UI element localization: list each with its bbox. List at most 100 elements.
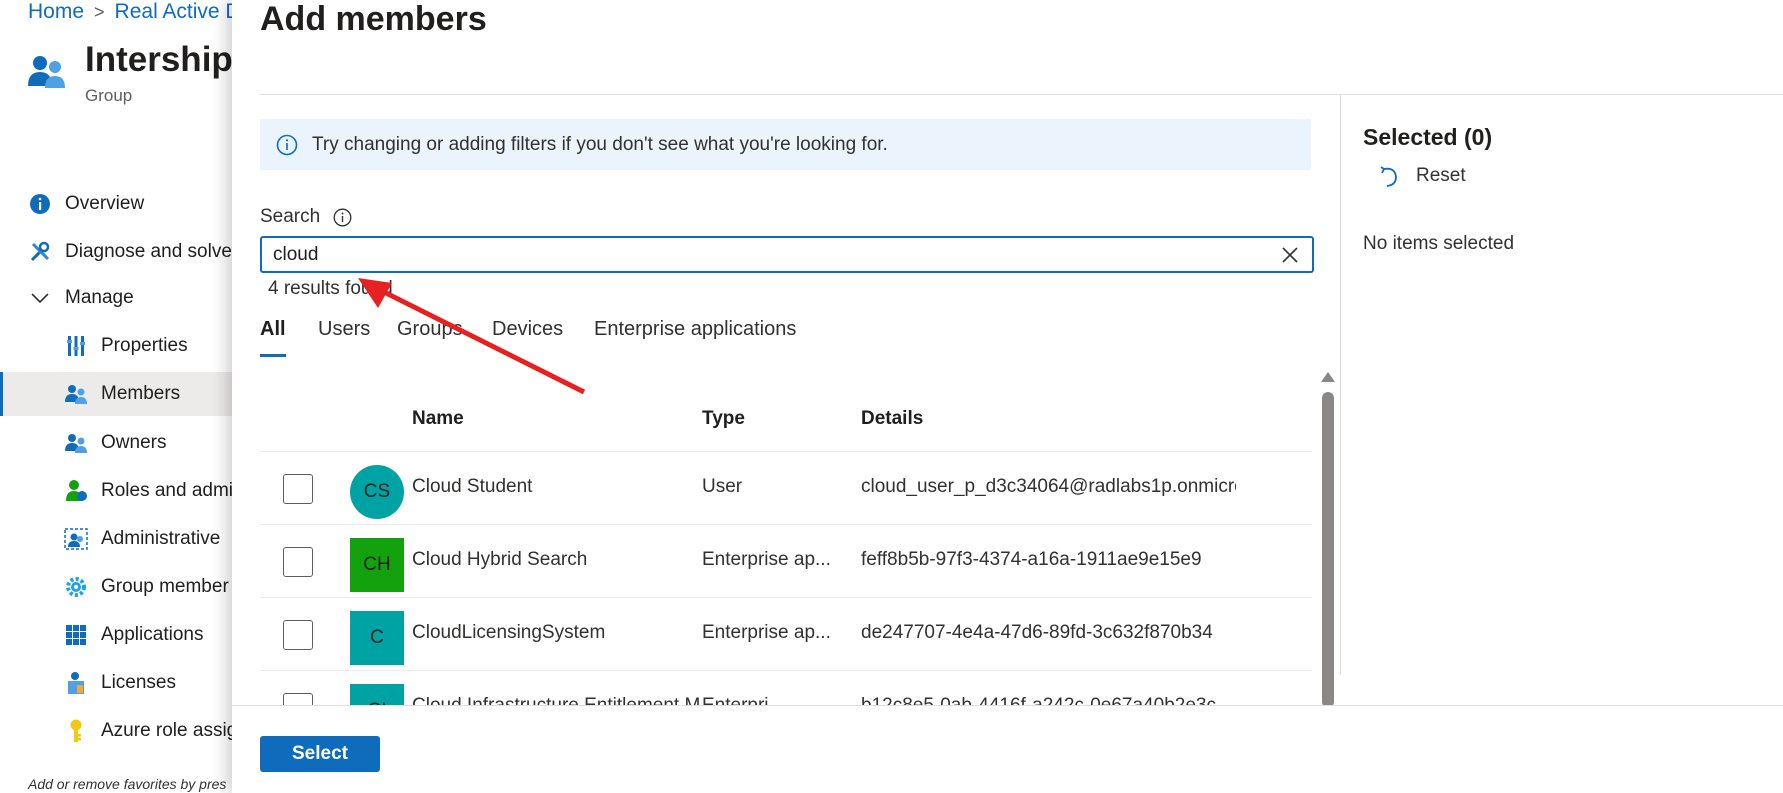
search-label: Search bbox=[260, 206, 352, 228]
row-checkbox[interactable] bbox=[283, 547, 313, 577]
avatar: CS bbox=[350, 465, 404, 519]
info-banner-text: Try changing or adding filters if you do… bbox=[312, 133, 888, 155]
favorites-hint: Add or remove favorites by pres bbox=[28, 776, 227, 792]
column-divider bbox=[1340, 94, 1341, 674]
info-banner: Try changing or adding filters if you do… bbox=[260, 119, 1311, 170]
row-checkbox[interactable] bbox=[283, 693, 313, 705]
row-name: Cloud Student bbox=[412, 476, 533, 497]
breadcrumb-home[interactable]: Home bbox=[28, 0, 84, 23]
info-icon bbox=[276, 134, 298, 156]
table-row[interactable]: CH Cloud Hybrid Search Enterprise ap... … bbox=[260, 524, 1312, 597]
add-members-panel: Add members Try changing or adding filte… bbox=[232, 0, 1783, 793]
row-checkbox[interactable] bbox=[283, 474, 313, 504]
group-icon bbox=[28, 56, 65, 88]
tab-all[interactable]: All bbox=[260, 318, 286, 341]
header-divider bbox=[260, 94, 1783, 95]
sidebar-item-members[interactable]: Members bbox=[0, 372, 232, 416]
sidebar-item-administrative-units[interactable]: Administrative bbox=[64, 517, 232, 561]
sidebar-item-roles[interactable]: Roles and admi bbox=[64, 469, 232, 513]
reset-icon bbox=[1378, 164, 1400, 188]
active-tab-indicator bbox=[260, 354, 286, 357]
table-row[interactable]: CI Cloud Infrastructure Entitlement M En… bbox=[260, 670, 1312, 705]
panel-title: Add members bbox=[260, 0, 487, 38]
tab-users[interactable]: Users bbox=[318, 318, 370, 341]
admin-units-icon bbox=[64, 527, 88, 551]
sidebar-section-manage[interactable]: Manage bbox=[28, 276, 232, 320]
selected-title: Selected (0) bbox=[1363, 124, 1493, 150]
sidebar-item-label: Overview bbox=[65, 193, 145, 214]
avatar: C bbox=[350, 611, 404, 665]
sidebar-item-label: Members bbox=[101, 383, 181, 404]
search-label-text: Search bbox=[260, 206, 321, 227]
sidebar-item-group-memberships[interactable]: Group member bbox=[64, 565, 232, 609]
row-type: User bbox=[702, 476, 743, 497]
sidebar-item-label: Administrative bbox=[101, 528, 221, 549]
scrollbar-thumb[interactable] bbox=[1322, 392, 1334, 708]
gear-icon bbox=[64, 575, 88, 599]
info-icon bbox=[28, 192, 52, 216]
members-icon bbox=[64, 382, 88, 406]
row-type: Enterprise ap... bbox=[702, 622, 831, 643]
row-type: Enterpri... bbox=[702, 695, 784, 705]
sidebar-item-label: Applications bbox=[101, 624, 204, 645]
table-row[interactable]: C CloudLicensingSystem Enterprise ap... … bbox=[260, 597, 1312, 670]
wrench-icon bbox=[28, 240, 52, 264]
search-input[interactable] bbox=[262, 243, 1262, 266]
panel-footer: Select bbox=[232, 705, 1783, 793]
row-name: Cloud Hybrid Search bbox=[412, 549, 588, 570]
search-field bbox=[260, 236, 1314, 273]
applications-icon bbox=[64, 623, 88, 647]
select-button[interactable]: Select bbox=[260, 736, 380, 772]
column-header-name[interactable]: Name bbox=[412, 408, 464, 430]
column-header-type[interactable]: Type bbox=[702, 408, 745, 430]
tab-devices[interactable]: Devices bbox=[492, 318, 563, 341]
sidebar-item-label: Azure role assig bbox=[101, 720, 232, 741]
properties-icon bbox=[64, 334, 88, 358]
row-details: de247707-4e4a-47d6-89fd-3c632f870b34 bbox=[861, 622, 1213, 643]
row-type: Enterprise ap... bbox=[702, 549, 831, 570]
roles-icon bbox=[64, 479, 88, 503]
row-details: cloud_user_p_d3c34064@radlabs1p.onmicros… bbox=[861, 476, 1236, 497]
scroll-up-icon[interactable] bbox=[1320, 371, 1336, 383]
row-details: b12c8e5-0ab-4416f-a242c-0e67a40b2e3c bbox=[861, 695, 1236, 705]
empty-selection-text: No items selected bbox=[1363, 233, 1515, 254]
licenses-icon bbox=[64, 671, 88, 695]
page-subtitle: Group bbox=[85, 86, 133, 105]
sidebar-item-label: Licenses bbox=[101, 672, 176, 693]
row-checkbox[interactable] bbox=[283, 620, 313, 650]
sidebar-item-licenses[interactable]: Licenses bbox=[64, 661, 232, 705]
sidebar-item-label: Properties bbox=[101, 335, 188, 356]
table-row[interactable]: CS Cloud Student User cloud_user_p_d3c34… bbox=[260, 451, 1312, 524]
breadcrumb-current[interactable]: Real Active D bbox=[115, 0, 232, 23]
tab-groups[interactable]: Groups bbox=[397, 318, 463, 341]
sidebar-item-properties[interactable]: Properties bbox=[64, 324, 232, 368]
sidebar-item-label: Roles and admi bbox=[101, 480, 232, 501]
key-icon bbox=[64, 719, 88, 743]
page-title: Intership bbox=[85, 40, 232, 79]
sidebar-item-label: Diagnose and solve bbox=[65, 241, 232, 262]
sidebar-item-label: Group member bbox=[101, 576, 229, 597]
sidebar-item-azure-role-assignments[interactable]: Azure role assig bbox=[64, 709, 232, 753]
chevron-down-icon bbox=[28, 286, 52, 310]
sidebar-item-overview[interactable]: Overview bbox=[28, 182, 232, 226]
sidebar-item-applications[interactable]: Applications bbox=[64, 613, 232, 657]
results-count: 4 results found bbox=[268, 278, 393, 299]
column-header-details[interactable]: Details bbox=[861, 408, 923, 430]
row-details: feff8b5b-97f3-4374-a16a-1911ae9e15e9 bbox=[861, 549, 1202, 570]
sidebar-item-label: Owners bbox=[101, 432, 167, 453]
reset-button[interactable]: Reset bbox=[1378, 164, 1466, 188]
sidebar-item-owners[interactable]: Owners bbox=[64, 421, 232, 465]
info-icon[interactable] bbox=[333, 208, 352, 227]
reset-label: Reset bbox=[1416, 165, 1466, 186]
breadcrumb: Home > Real Active D bbox=[28, 0, 232, 24]
avatar: CH bbox=[350, 538, 404, 592]
tab-enterprise-applications[interactable]: Enterprise applications bbox=[594, 318, 796, 341]
results-table: Name Type Details CS Cloud Student User … bbox=[260, 398, 1312, 705]
clear-icon[interactable] bbox=[1280, 245, 1300, 265]
sidebar-item-diagnose[interactable]: Diagnose and solve bbox=[28, 230, 232, 274]
avatar: CI bbox=[350, 684, 404, 705]
row-name: Cloud Infrastructure Entitlement M bbox=[412, 695, 700, 705]
sidebar-item-label: Manage bbox=[65, 287, 134, 308]
chevron-right-icon: > bbox=[94, 2, 105, 22]
row-name: CloudLicensingSystem bbox=[412, 622, 606, 643]
